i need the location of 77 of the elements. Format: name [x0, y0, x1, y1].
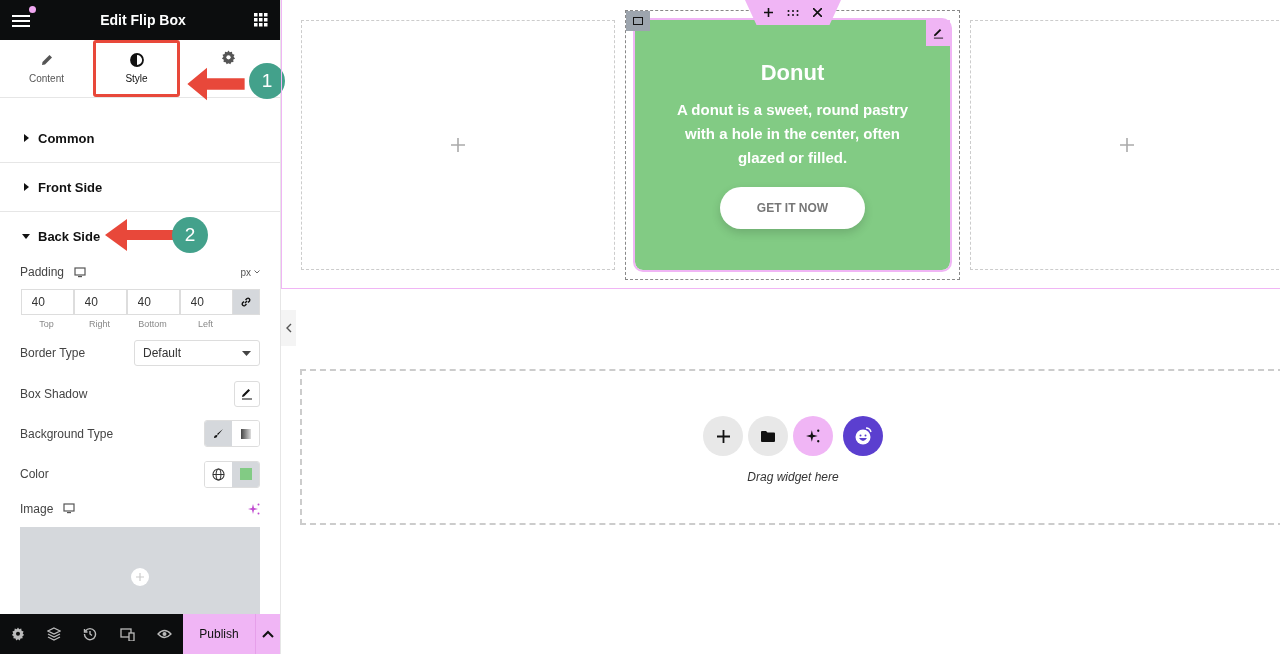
- publish-button[interactable]: Publish: [183, 614, 255, 654]
- drop-hint: Drag widget here: [747, 470, 839, 484]
- add-icon[interactable]: [764, 8, 773, 17]
- control-label: Padding: [20, 265, 65, 280]
- more-options-button[interactable]: [255, 614, 280, 654]
- menu-icon[interactable]: [12, 12, 32, 28]
- get-it-now-button[interactable]: GET IT NOW: [720, 187, 865, 229]
- apps-grid-icon[interactable]: [254, 13, 268, 27]
- sparkle-icon: [806, 429, 820, 443]
- contrast-icon: [129, 53, 144, 67]
- section-header[interactable]: Common: [0, 98, 280, 163]
- globe-icon: [212, 467, 225, 481]
- pencil-icon: [932, 27, 944, 39]
- responsive-icon[interactable]: [119, 627, 135, 641]
- link-icon: [240, 295, 252, 308]
- eye-icon[interactable]: [156, 629, 172, 639]
- select-field[interactable]: Default: [134, 340, 260, 367]
- chevron-left-icon: [285, 323, 292, 333]
- flip-box[interactable]: Donut A donut is a sweet, round pastry with a hole in the center, often glazed or filled. GET IT NOW: [635, 20, 950, 270]
- caret-icon: [22, 134, 30, 142]
- input-field[interactable]: 40: [73, 288, 127, 315]
- field-caption: Left: [198, 318, 213, 329]
- input-field[interactable]: 40: [126, 288, 180, 315]
- unit-selector[interactable]: px: [240, 266, 260, 278]
- panel-tab[interactable]: Style: [96, 43, 177, 94]
- close-icon[interactable]: [813, 8, 822, 17]
- folder-icon: [761, 430, 775, 442]
- add-section-button[interactable]: [703, 416, 743, 456]
- edit-widget-button[interactable]: [926, 20, 950, 46]
- add-image-icon: [131, 567, 149, 586]
- field-caption: Right: [89, 318, 110, 329]
- control-label: Background Type: [20, 426, 114, 441]
- field-caption: Top: [39, 318, 54, 329]
- settings-icon[interactable]: [11, 627, 26, 641]
- smiley-button[interactable]: [843, 416, 883, 456]
- step-badge: 2: [172, 217, 208, 253]
- add-icon: [451, 138, 465, 152]
- edit-button[interactable]: [234, 380, 260, 407]
- flip-box-title: Donut: [760, 60, 825, 86]
- history-icon[interactable]: [83, 627, 98, 641]
- column-handle[interactable]: [626, 11, 650, 31]
- section-header[interactable]: Front Side: [0, 163, 280, 212]
- sparkle-icon[interactable]: [248, 502, 260, 515]
- field-caption: Bottom: [138, 318, 167, 329]
- pencil-icon: [39, 53, 54, 67]
- desktop-icon[interactable]: [74, 266, 87, 278]
- chevron-up-icon: [262, 630, 274, 638]
- caret-icon: [22, 183, 30, 191]
- control-label: Box Shadow: [20, 386, 88, 401]
- chevron-down-icon: [254, 270, 260, 275]
- template-library-button[interactable]: [748, 416, 788, 456]
- control-label: Color: [20, 467, 49, 482]
- settings-icon: [220, 49, 236, 65]
- pencil-icon: [241, 387, 253, 400]
- caret-icon: [22, 232, 30, 240]
- add-icon: [1120, 138, 1134, 152]
- add-icon: [716, 429, 730, 443]
- ai-button[interactable]: [793, 416, 833, 456]
- link-toggle[interactable]: [232, 288, 260, 315]
- input-field[interactable]: 40: [20, 288, 74, 315]
- input-field[interactable]: 40: [179, 288, 233, 315]
- smiley-icon: [853, 426, 873, 446]
- caret-icon: [242, 350, 251, 356]
- brush-icon: [213, 428, 224, 440]
- color-picker[interactable]: [232, 461, 259, 487]
- layers-icon[interactable]: [47, 627, 62, 641]
- desktop-icon[interactable]: [63, 503, 76, 515]
- panel-tab[interactable]: Content: [3, 43, 90, 94]
- control-label: Image: [20, 501, 54, 516]
- step-badge: 1: [249, 63, 285, 99]
- arrow-drawing: [105, 218, 175, 252]
- control-label: Border Type: [20, 346, 86, 361]
- column-icon: [633, 17, 643, 25]
- flip-box-description: A donut is a sweet, round pastry with a hole in the center, often glazed or filled.: [675, 100, 910, 168]
- gradient-icon: [240, 428, 251, 439]
- panel-title: Edit Flip Box: [99, 12, 187, 28]
- drag-handle-icon[interactable]: [787, 9, 799, 16]
